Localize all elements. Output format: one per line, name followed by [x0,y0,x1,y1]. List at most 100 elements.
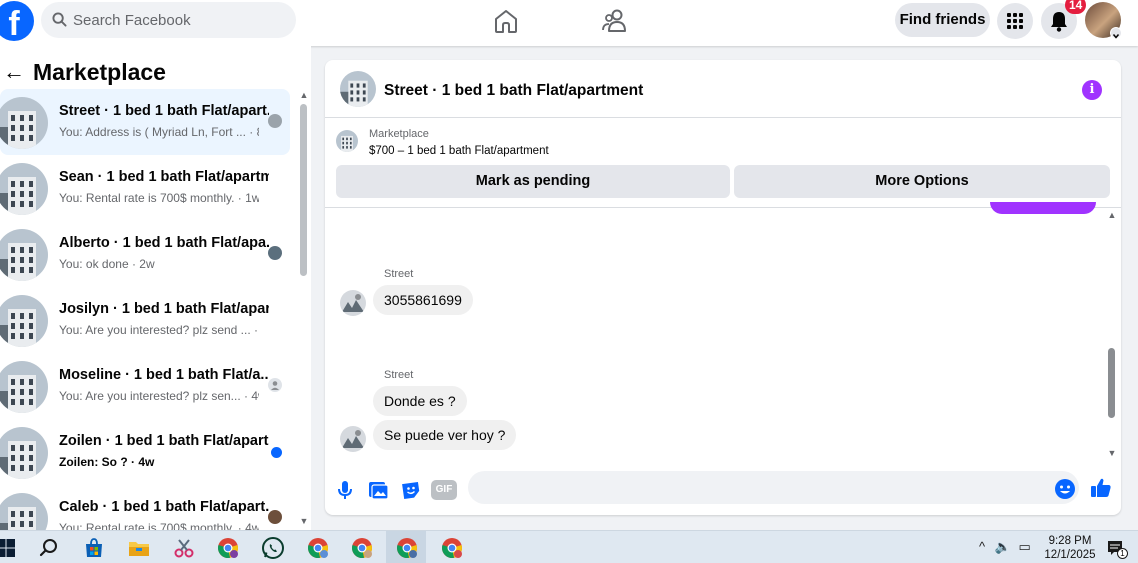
snipping-tool-icon[interactable] [172,536,196,560]
chrome-icon[interactable] [440,536,464,560]
mark-as-pending-button[interactable]: Mark as pending [336,165,730,198]
more-options-button[interactable]: More Options [734,165,1110,198]
scroll-up-arrow-icon[interactable]: ▲ [298,90,310,100]
conversation-preview: You: ok done · 2w [59,257,155,271]
sidebar-header: ← Marketplace [3,59,166,85]
conversation-name: Zoilen · 1 bed 1 bath Flat/apart... [59,433,269,449]
thumbs-up-icon[interactable] [1089,476,1113,500]
sidebar-scrollbar[interactable]: ▲ ▼ [298,46,310,530]
conversation-preview: Zoilen: So ? · 4w [59,455,155,469]
windows-start-icon[interactable] [0,536,18,560]
conversation-name: Street · 1 bed 1 bath Flat/apart... [59,103,269,119]
emoji-icon[interactable] [1053,477,1077,501]
account-caret-icon[interactable] [1110,27,1122,39]
chrome-icon[interactable] [350,536,374,560]
whatsapp-icon[interactable] [261,536,285,560]
chrome-icon[interactable] [306,536,330,560]
marketplace-inbox-sidebar: ← Marketplace Street · 1 bed 1 bath Flat… [0,46,311,530]
search-icon[interactable] [37,536,61,560]
friends-icon[interactable] [600,6,630,36]
sender-avatar[interactable] [340,426,366,452]
message-sender-label: Street [384,268,414,280]
gif-icon[interactable]: GIF [431,480,457,500]
received-message-bubble[interactable]: 3055861699 [373,285,473,315]
volume-icon[interactable]: 🔈 [995,539,1011,554]
default-avatar-indicator [268,378,282,392]
conversation-item[interactable]: Zoilen · 1 bed 1 bath Flat/apart... Zoil… [0,419,290,485]
show-hidden-icons-chevron-icon[interactable]: ^ [979,539,985,554]
search-box[interactable] [41,2,296,38]
home-icon[interactable] [491,6,521,36]
chrome-icon[interactable] [216,536,240,560]
find-friends-button[interactable]: Find friends [895,3,990,37]
seen-avatar-indicator [268,114,282,128]
listing-price-title[interactable]: $700 – 1 bed 1 bath Flat/apartment [369,145,549,157]
taskbar-clock[interactable]: 9:28 PM 12/1/2025 [1042,534,1098,562]
listing-source-label: Marketplace [369,128,429,140]
store-icon[interactable] [82,536,106,560]
menu-grid-icon [1007,13,1023,29]
received-message-bubble[interactable]: Donde es ? [373,386,467,416]
conversation-name: Moseline · 1 bed 1 bath Flat/a... [59,367,269,383]
top-navigation-bar: f Find friends 14 [0,0,1138,46]
clock-date: 12/1/2025 [1044,549,1096,561]
received-message-bubble[interactable]: Se puede ver hoy ? [373,420,517,450]
scroll-down-arrow-icon[interactable]: ▼ [1106,448,1118,458]
unread-dot [271,447,282,458]
sender-avatar[interactable] [340,290,366,316]
listing-building-avatar [0,163,48,215]
conversation-preview: You: Rental rate is 700$ monthly. · 4w [59,521,259,530]
message-input[interactable] [468,471,1079,504]
clock-time: 9:28 PM [1048,535,1092,547]
chat-header: Street · 1 bed 1 bath Flat/apartment i [325,60,1121,118]
notification-count-badge: 1 [1117,548,1128,559]
conversation-name: Sean · 1 bed 1 bath Flat/apartment [59,169,269,185]
menu-button[interactable] [997,3,1033,39]
network-icon[interactable]: ▭ [1019,539,1031,554]
listing-building-avatar [0,229,48,281]
listing-summary: Marketplace $700 – 1 bed 1 bath Flat/apa… [325,118,1121,208]
conversation-item[interactable]: Street · 1 bed 1 bath Flat/apart... You:… [0,89,290,155]
conversation-preview: You: Are you interested? plz sen... · 4w [59,389,259,403]
photo-icon[interactable] [366,478,390,502]
microphone-icon[interactable] [333,478,357,502]
info-icon[interactable]: i [1082,80,1102,100]
chrome-icon[interactable] [395,536,419,560]
conversation-item[interactable]: Caleb · 1 bed 1 bath Flat/apart... You: … [0,485,290,530]
listing-building-avatar [0,295,48,347]
message-thread: Street 3055861699 Street Donde es ? Se p… [325,202,1121,465]
facebook-logo[interactable]: f [0,1,34,41]
message-sender-label: Street [384,369,414,381]
conversation-item[interactable]: Alberto · 1 bed 1 bath Flat/apa... You: … [0,221,290,287]
file-explorer-icon[interactable] [127,536,151,560]
conversation-preview: You: Address is ( Myriad Ln, Fort ... · … [59,125,259,139]
conversation-item[interactable]: Moseline · 1 bed 1 bath Flat/a... You: A… [0,353,290,419]
action-center-icon[interactable]: 1 [1107,539,1128,559]
seen-avatar-indicator [268,246,282,260]
conversation-name: Caleb · 1 bed 1 bath Flat/apart... [59,499,269,515]
conversation-item[interactable]: Sean · 1 bed 1 bath Flat/apartment You: … [0,155,290,221]
chat-title[interactable]: Street · 1 bed 1 bath Flat/apartment [384,82,643,100]
sidebar-scroll-thumb[interactable] [300,104,307,276]
conversation-preview: You: Are you interested? plz send ... · … [59,323,259,337]
conversation-item[interactable]: Josilyn · 1 bed 1 bath Flat/apart... You… [0,287,290,353]
windows-taskbar: ^ 🔈 ▭ 9:28 PM 12/1/2025 1 [0,530,1138,563]
chat-scroll-thumb[interactable] [1108,348,1115,418]
search-input[interactable] [73,2,288,38]
listing-building-avatar [0,493,48,530]
listing-building-avatar [0,361,48,413]
sent-message-bubble [990,202,1096,214]
back-arrow-icon[interactable]: ← [3,59,33,85]
sticker-icon[interactable] [399,478,423,502]
sidebar-title: Marketplace [33,58,166,85]
conversation-panel: Street · 1 bed 1 bath Flat/apartment i M… [325,60,1121,515]
conversation-name: Alberto · 1 bed 1 bath Flat/apa... [59,235,269,251]
chat-scrollbar[interactable]: ▲ ▼ [1105,208,1119,465]
chat-listing-avatar[interactable] [340,71,376,107]
scroll-down-arrow-icon[interactable]: ▼ [298,516,310,526]
scroll-up-arrow-icon[interactable]: ▲ [1106,210,1118,220]
system-tray: ^ 🔈 ▭ [979,539,1031,555]
conversation-name: Josilyn · 1 bed 1 bath Flat/apart... [59,301,269,317]
notification-badge: 14 [1065,0,1087,14]
listing-thumbnail[interactable] [336,130,358,152]
